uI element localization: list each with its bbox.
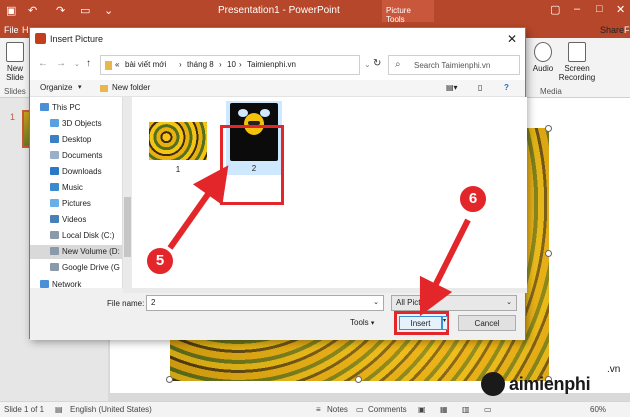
watermark-suffix: .vn [607,364,621,375]
watermark-name: aimienphi [509,374,591,394]
taimienphi-logo [481,372,505,396]
arrow-to-insert [419,218,471,317]
step-5-badge: 5 [145,246,175,276]
annotation-arrows [167,165,471,317]
taimienphi-watermark: aimienphi .vn [477,364,630,402]
arrow-to-file [167,165,229,250]
step-6-badge: 6 [458,184,488,214]
